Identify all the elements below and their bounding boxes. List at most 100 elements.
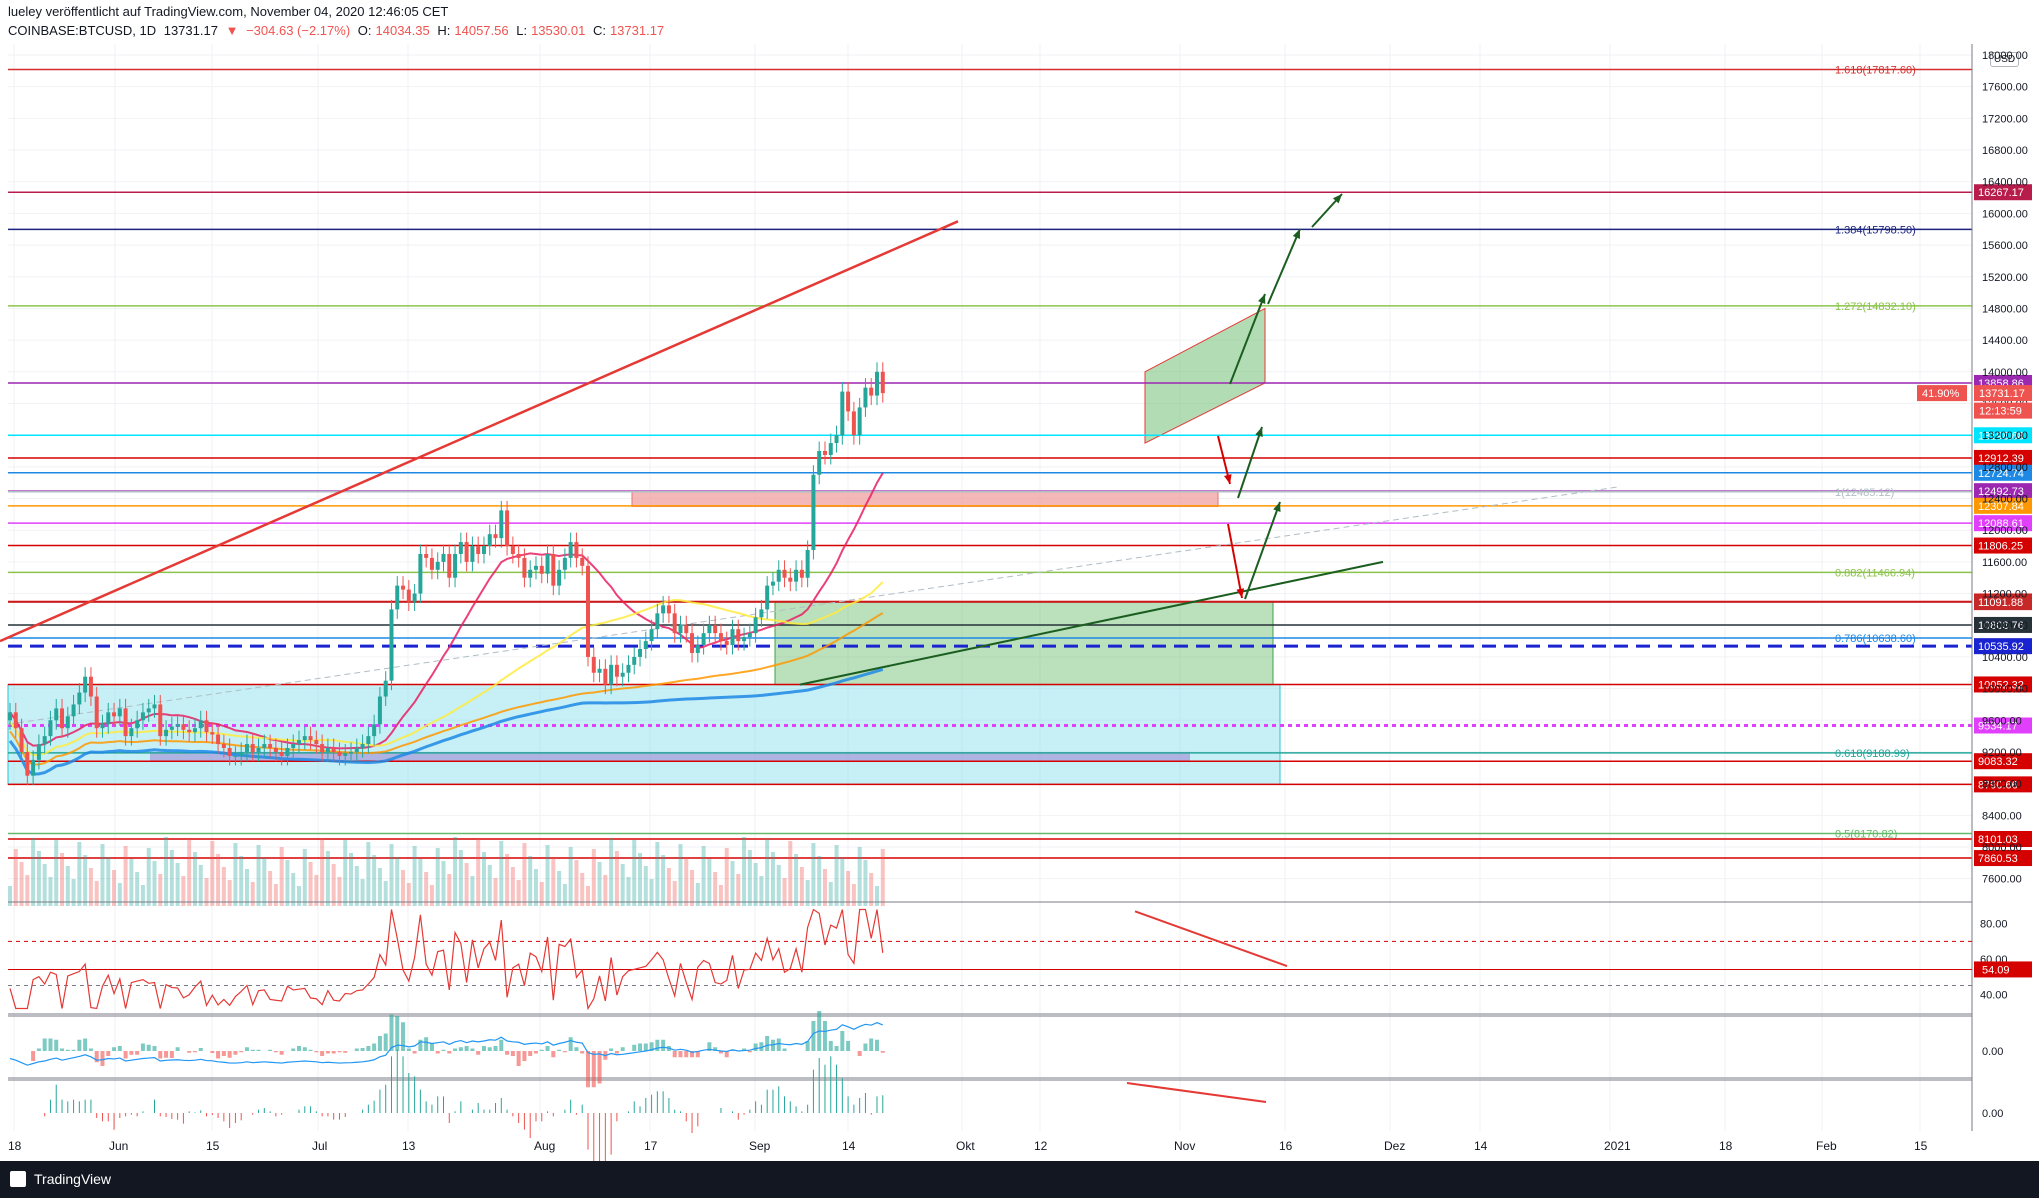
candle-body	[869, 387, 874, 396]
candle-body	[718, 633, 723, 642]
open-value: 14034.35	[375, 23, 430, 38]
candle-body	[707, 625, 712, 634]
candle-body	[453, 553, 458, 578]
volume-bar	[875, 886, 879, 906]
candle-body	[308, 736, 313, 741]
candle-body	[77, 692, 82, 705]
volume-bar	[481, 852, 486, 906]
volume-bar	[221, 867, 226, 906]
candle-body	[649, 629, 654, 642]
macd-hist-bar	[152, 1046, 157, 1051]
macd-hist-bar	[158, 1051, 163, 1059]
candle-body	[337, 751, 342, 756]
volume-bar	[302, 849, 307, 906]
volume-bar	[140, 885, 145, 906]
volume-bar	[65, 866, 70, 906]
volume-bar	[799, 867, 804, 906]
macd-hist-bar	[123, 1051, 128, 1059]
candle-body	[476, 546, 481, 554]
macd-hist-bar	[100, 1051, 105, 1066]
macd-hist-bar	[117, 1046, 122, 1051]
macd-hist-bar	[54, 1039, 59, 1051]
candle-body	[759, 609, 764, 618]
volume-bar	[869, 873, 874, 906]
candle-body	[811, 474, 816, 550]
volume-bar	[846, 871, 851, 906]
candle-body	[568, 542, 573, 558]
macd-hist-bar	[753, 1043, 758, 1051]
volume-bar	[320, 838, 325, 906]
macd-hist-bar	[372, 1043, 377, 1051]
macd-hist-bar	[325, 1051, 330, 1054]
macd-hist-bar	[71, 1049, 76, 1051]
macd-hist-bar	[470, 1048, 475, 1051]
macd-hist-bar	[487, 1047, 492, 1051]
candle-body	[354, 748, 359, 752]
volume-bar	[562, 884, 567, 906]
volume-bar	[638, 853, 643, 906]
volume-bar	[707, 859, 712, 906]
macd-hist-bar	[441, 1049, 446, 1051]
volume-bar	[678, 844, 683, 906]
macd-hist-bar	[256, 1049, 261, 1051]
macd-hist-bar	[273, 1051, 278, 1053]
volume-bar	[25, 875, 30, 906]
macd-hist-bar	[822, 1021, 827, 1051]
candle-body	[487, 534, 492, 547]
macd-hist-bar	[60, 1048, 65, 1051]
volume-bar	[580, 873, 585, 906]
macd-hist-bar	[435, 1051, 440, 1054]
macd-hist-bar	[227, 1051, 232, 1058]
volume-bar	[424, 872, 429, 906]
macd-hist-bar	[401, 1022, 406, 1051]
candle-body	[753, 617, 758, 634]
candle-body	[799, 569, 804, 578]
low-label: L:	[516, 23, 528, 38]
price-tag-label: 12:13:59	[1979, 406, 2022, 418]
candle-body	[499, 510, 504, 539]
macd-hist-bar	[597, 1051, 602, 1084]
volume-bar	[718, 885, 723, 906]
macd-hist-bar	[424, 1037, 429, 1051]
volume-bar	[8, 886, 12, 906]
macd-hist-bar	[48, 1038, 53, 1051]
candle-body	[776, 569, 781, 582]
macd-hist-bar	[106, 1051, 111, 1056]
symbol-label[interactable]: COINBASE:BTCUSD, 1D	[8, 23, 156, 38]
candle-body	[302, 736, 307, 741]
candle-body	[8, 712, 12, 721]
macd-tick-label: 0.00	[1982, 1046, 2003, 1058]
macd-hist-bar	[175, 1047, 180, 1051]
macd-hist-bar	[765, 1036, 770, 1051]
candle-body	[441, 553, 446, 562]
candle-body	[401, 585, 406, 590]
macd-hist-bar	[164, 1051, 169, 1058]
macd-hist-bar	[412, 1051, 417, 1054]
candle-body	[557, 569, 562, 586]
macd-hist-bar	[539, 1049, 544, 1051]
candle-body	[181, 724, 186, 730]
volume-bar	[505, 854, 510, 906]
candle-body	[123, 708, 128, 737]
y-tick-label: 8000.00	[1982, 842, 2022, 854]
candle-body	[620, 672, 625, 677]
macd-hist-bar	[557, 1049, 562, 1051]
volume-bar	[574, 860, 579, 906]
candle-body	[788, 577, 793, 582]
last-price: 13731.17	[163, 23, 218, 38]
macd-hist-bar	[643, 1043, 648, 1051]
x-tick-label: Aug	[534, 1139, 555, 1153]
volume-bar	[730, 861, 735, 906]
candle-body	[470, 546, 475, 562]
candle-body	[834, 435, 839, 444]
candle-body	[83, 676, 88, 693]
chart-canvas[interactable]: 1.618(17817.60) 16267.17 1.384(15798.50) 1.…	[0, 44, 2039, 1161]
candle-body	[389, 609, 394, 681]
candle-body	[19, 728, 24, 752]
candle-body	[418, 553, 423, 594]
macd-hist-bar	[516, 1051, 521, 1066]
candle-body	[169, 726, 174, 730]
x-tick-label: 16	[1279, 1139, 1293, 1153]
volume-bar	[192, 852, 197, 906]
candle-body	[828, 443, 833, 455]
